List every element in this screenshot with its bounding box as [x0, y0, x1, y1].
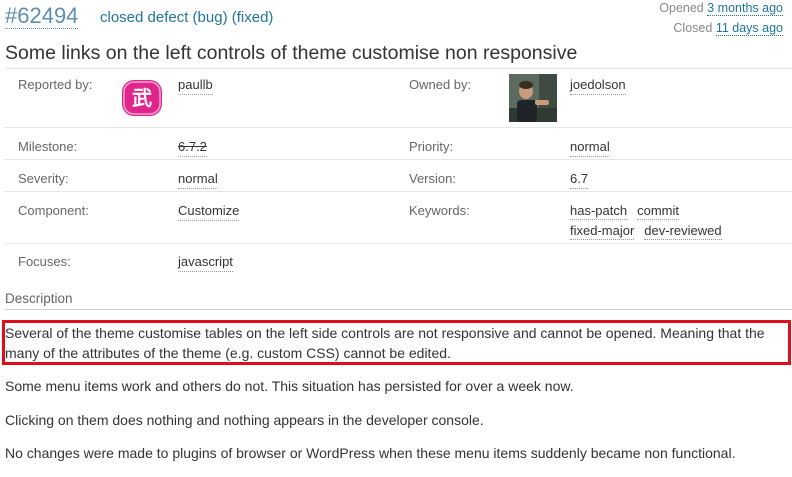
description-paragraph: Several of the theme customise tables on…: [5, 325, 765, 361]
version-link[interactable]: 6.7: [570, 170, 589, 189]
owner-link[interactable]: joedolson: [570, 76, 626, 95]
milestone-link[interactable]: 6.7.2: [178, 138, 207, 157]
ticket-type[interactable]: defect (bug): [148, 9, 228, 26]
description-paragraph: No changes were made to plugins of brows…: [5, 445, 736, 461]
properties-row-people: Reported by: 武 paullb Owned by: joedolso…: [5, 69, 792, 128]
description-heading: Description: [5, 290, 792, 310]
opened-time-link[interactable]: 3 months ago: [707, 1, 783, 16]
reporter-avatar-glyph: 武: [132, 86, 152, 110]
keywords-list: has-patch commit fixed-major dev-reviewed: [570, 202, 770, 240]
ticket-type-line: closed defect (bug) (fixed): [100, 8, 273, 28]
keywords-line-1: has-patch commit: [570, 202, 770, 220]
opened-line: Opened 3 months ago: [659, 0, 783, 18]
keyword-link[interactable]: has-patch: [570, 202, 628, 220]
opened-label: Opened: [659, 1, 704, 15]
owner-avatar[interactable]: [509, 74, 557, 122]
properties-row-severity: Severity: normal Version: 6.7: [5, 160, 792, 192]
priority-label: Priority:: [409, 139, 454, 154]
severity-link[interactable]: normal: [178, 170, 218, 189]
description-paragraph: Some menu items work and others do not. …: [5, 378, 574, 394]
owner-avatar-image: [509, 74, 557, 122]
version-label: Version:: [409, 171, 456, 186]
ticket-properties: Reported by: 武 paullb Owned by: joedolso…: [5, 68, 792, 280]
keyword-link[interactable]: fixed-major: [570, 222, 635, 240]
closed-time-link[interactable]: 11 days ago: [715, 21, 783, 36]
reported-by-label: Reported by:: [18, 77, 93, 92]
severity-label: Severity:: [18, 171, 69, 186]
ticket-dates: Opened 3 months ago Closed 11 days ago: [659, 0, 783, 38]
ticket-id-link[interactable]: #62494: [5, 4, 79, 29]
component-label: Component:: [18, 203, 89, 218]
ticket-summary: Some links on the left controls of theme…: [5, 42, 578, 64]
ticket-header: #62494 closed defect (bug) (fixed) Opene…: [5, 1, 792, 36]
description-paragraph: Clicking on them does nothing and nothin…: [5, 412, 484, 428]
focuses-link[interactable]: javascript: [178, 253, 233, 272]
closed-label: Closed: [673, 21, 713, 35]
keyword-link[interactable]: commit: [637, 202, 679, 220]
keywords-line-2: fixed-major dev-reviewed: [570, 222, 770, 240]
properties-row-component: Component: Customize Keywords: has-patch…: [5, 192, 792, 244]
properties-row-milestone: Milestone: 6.7.2 Priority: normal: [5, 128, 792, 160]
ticket-resolution[interactable]: (fixed): [232, 9, 274, 26]
owned-by-label: Owned by:: [409, 77, 472, 92]
component-link[interactable]: Customize: [178, 202, 240, 221]
keywords-label: Keywords:: [409, 203, 470, 218]
keyword-link[interactable]: dev-reviewed: [644, 222, 722, 240]
reporter-avatar[interactable]: 武: [118, 74, 166, 122]
reporter-avatar-image: 武: [122, 80, 162, 116]
closed-line: Closed 11 days ago: [659, 18, 783, 38]
reporter-link[interactable]: paullb: [178, 76, 213, 95]
priority-link[interactable]: normal: [570, 138, 610, 157]
focuses-label: Focuses:: [18, 254, 71, 269]
ticket-status[interactable]: closed: [100, 9, 143, 26]
properties-row-focuses: Focuses: javascript: [5, 244, 792, 281]
milestone-label: Milestone:: [18, 139, 78, 154]
